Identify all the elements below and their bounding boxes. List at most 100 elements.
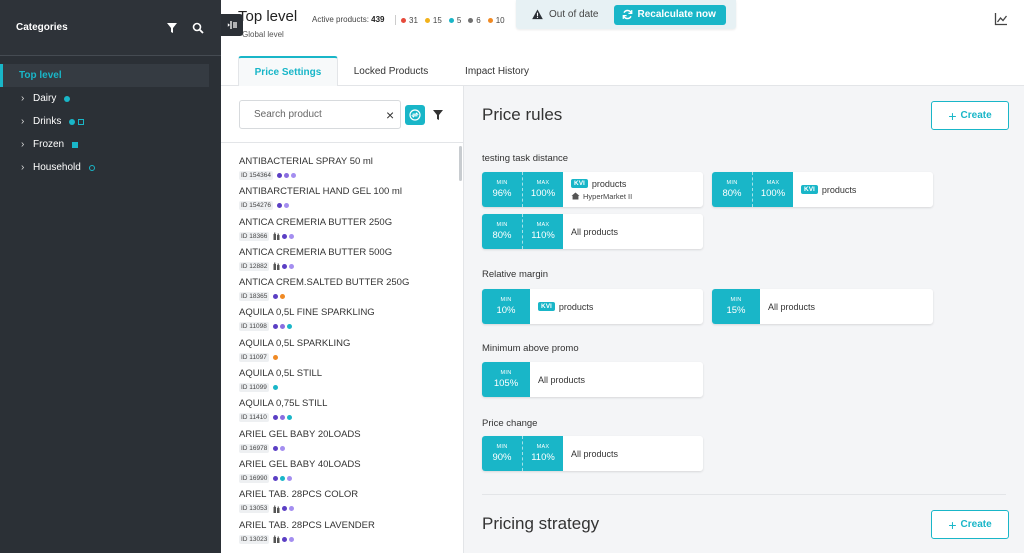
divider bbox=[482, 494, 1006, 495]
tab-label: Locked Products bbox=[353, 65, 429, 77]
min-value: 10% bbox=[496, 305, 516, 316]
product-id-badge: ID 18366 bbox=[239, 231, 270, 241]
red-dot-icon bbox=[401, 17, 406, 23]
section-label: testing task distance bbox=[482, 153, 569, 164]
count-value: 10 bbox=[495, 15, 505, 25]
chevron-right-icon[interactable]: › bbox=[21, 139, 29, 150]
purple-dot-icon bbox=[273, 445, 279, 451]
min-value: 15% bbox=[726, 305, 746, 316]
product-list-item[interactable]: AQUILA 0,5L SPARKLING ID 11097 bbox=[239, 338, 454, 368]
category-item-drinks[interactable]: › Drinks bbox=[0, 110, 221, 133]
chevron-right-icon[interactable]: › bbox=[21, 93, 29, 104]
max-value: 100% bbox=[760, 188, 786, 199]
category-item-dairy[interactable]: › Dairy bbox=[0, 87, 221, 110]
bottles-icon bbox=[273, 505, 280, 513]
filter-icon[interactable] bbox=[165, 21, 179, 35]
rule-scope: All products bbox=[768, 301, 816, 312]
price-rule-card[interactable]: MIN 96% MAX 100% KVI products HyperMarket I… bbox=[482, 172, 703, 207]
product-list-item[interactable]: ARIEL TAB. 28PCS COLOR ID 13053 bbox=[239, 489, 454, 519]
min-label: MIN bbox=[500, 370, 512, 376]
price-rule-card[interactable]: MIN 105% All products bbox=[482, 362, 703, 397]
product-name: ANTICA CREMERIA BUTTER 500G bbox=[239, 246, 393, 258]
collapse-sidebar-button[interactable] bbox=[221, 14, 243, 36]
category-item-frozen[interactable]: › Frozen bbox=[0, 133, 221, 156]
price-rule-card[interactable]: MIN 90% MAX 110% All products bbox=[482, 436, 703, 471]
product-name: ANTIBARCTERIAL HAND GEL 100 ml bbox=[239, 186, 402, 198]
status-square-outline-icon bbox=[78, 118, 85, 125]
category-item-household[interactable]: › Household bbox=[0, 156, 221, 179]
purple-dot-icon bbox=[272, 324, 278, 330]
product-meta: ID 154364 bbox=[239, 171, 454, 180]
refresh-icon bbox=[623, 9, 633, 20]
filter-products-button[interactable] bbox=[428, 105, 448, 125]
max-value: 100% bbox=[530, 188, 556, 199]
light-violet-dot-icon bbox=[289, 536, 295, 542]
min-label: MIN bbox=[496, 222, 508, 228]
sync-products-button[interactable] bbox=[405, 105, 425, 125]
product-list-item[interactable]: AQUILA 0,5L FINE SPARKLING ID 11098 bbox=[239, 307, 454, 337]
count-value: 6 bbox=[476, 15, 481, 25]
search-input[interactable] bbox=[254, 109, 386, 120]
bottles-icon bbox=[273, 232, 280, 241]
product-list-item[interactable]: AQUILA 0,75L STILL ID 11410 bbox=[239, 398, 454, 428]
search-icon[interactable] bbox=[191, 21, 205, 35]
chart-icon[interactable] bbox=[994, 12, 1008, 26]
rule-max: MAX 110% bbox=[522, 214, 563, 249]
price-rule-card[interactable]: MIN 15% All products bbox=[712, 289, 933, 324]
category-item-top-level[interactable]: Top level bbox=[0, 64, 209, 87]
category-tree: Top level › Dairy › Drinks › Frozen › Ho… bbox=[0, 56, 221, 179]
purple-dot-icon bbox=[282, 263, 288, 269]
teal-dot-icon bbox=[280, 475, 286, 481]
product-list-item[interactable]: ANTICA CREM.SALTED BUTTER 250G ID 18365 bbox=[239, 277, 454, 307]
rule-min: MIN 15% bbox=[712, 289, 760, 324]
product-list-item[interactable]: ANTICA CREMERIA BUTTER 500G ID 12882 bbox=[239, 247, 454, 277]
chevron-right-icon[interactable]: › bbox=[21, 116, 29, 127]
create-pricing-strategy-button[interactable]: + Create bbox=[931, 510, 1009, 539]
chevron-right-icon[interactable]: › bbox=[21, 162, 29, 173]
purple-dot-icon bbox=[282, 506, 288, 512]
clear-search-icon[interactable]: × bbox=[386, 108, 394, 122]
teal-dot-icon bbox=[286, 324, 292, 330]
rule-values: MIN 90% MAX 110% bbox=[482, 436, 563, 471]
section-label: Minimum above promo bbox=[482, 343, 579, 354]
light-violet-dot-icon bbox=[284, 203, 289, 209]
recalculate-now-button[interactable]: Recalculate now bbox=[614, 4, 726, 25]
tab-locked-products[interactable]: Locked Products bbox=[345, 56, 437, 86]
product-list-item[interactable]: AQUILA 0,5L STILL ID 11099 bbox=[239, 368, 454, 398]
count-gray: 6 bbox=[468, 15, 481, 25]
light-violet-dot-icon bbox=[280, 445, 286, 451]
rule-min: MIN 90% bbox=[482, 436, 522, 471]
price-rule-card[interactable]: MIN 80% MAX 100% KVI products bbox=[712, 172, 933, 207]
product-id-badge: ID 11098 bbox=[239, 322, 269, 332]
product-list-item[interactable]: ARIEL GEL BABY 20LOADS ID 16978 bbox=[239, 429, 454, 459]
price-rule-card[interactable]: MIN 80% MAX 110% All products bbox=[482, 214, 703, 249]
count-value: 15 bbox=[432, 15, 442, 25]
page-title: Top level bbox=[238, 8, 298, 25]
warning-icon bbox=[532, 9, 543, 20]
orange-dot-icon bbox=[487, 17, 493, 23]
plus-icon: + bbox=[948, 107, 957, 124]
price-rule-card[interactable]: MIN 10% KVI products bbox=[482, 289, 703, 324]
product-list-item[interactable]: ARIEL GEL BABY 40LOADS ID 16990 bbox=[239, 459, 454, 489]
product-id-badge: ID 154276 bbox=[239, 201, 273, 211]
tab-impact-history[interactable]: Impact History bbox=[451, 56, 543, 86]
product-list-item[interactable]: ANTIBARCTERIAL HAND GEL 100 ml ID 154276 bbox=[239, 186, 454, 216]
tab-price-settings[interactable]: Price Settings bbox=[238, 56, 338, 86]
create-label: Create bbox=[960, 110, 992, 121]
count-red: 31 bbox=[401, 16, 418, 25]
teal-dot-icon bbox=[448, 17, 454, 23]
product-list-item[interactable]: ARIEL TAB. 28PCS LAVENDER ID 13023 bbox=[239, 520, 454, 550]
product-name: AQUILA 0,5L FINE SPARKLING bbox=[239, 307, 375, 319]
product-list-scrollbar[interactable] bbox=[459, 146, 462, 181]
create-label: Create bbox=[960, 519, 992, 530]
categories-sidebar: Categories Top level › Dairy › Drinks › … bbox=[0, 0, 221, 553]
out-of-date-label: Out of date bbox=[549, 9, 599, 20]
purple-dot-icon bbox=[277, 203, 282, 209]
max-value: 110% bbox=[531, 452, 555, 463]
store-name: HyperMarket II bbox=[583, 191, 633, 201]
active-products-count: 439 bbox=[371, 15, 385, 24]
min-label: MIN bbox=[496, 180, 508, 186]
product-list-item[interactable]: ANTICA CREMERIA BUTTER 250G ID 18366 bbox=[239, 217, 454, 247]
create-price-rule-button[interactable]: + Create bbox=[931, 101, 1009, 130]
product-list-item[interactable]: ANTIBACTERIAL SPRAY 50 ml ID 154364 bbox=[239, 156, 454, 186]
